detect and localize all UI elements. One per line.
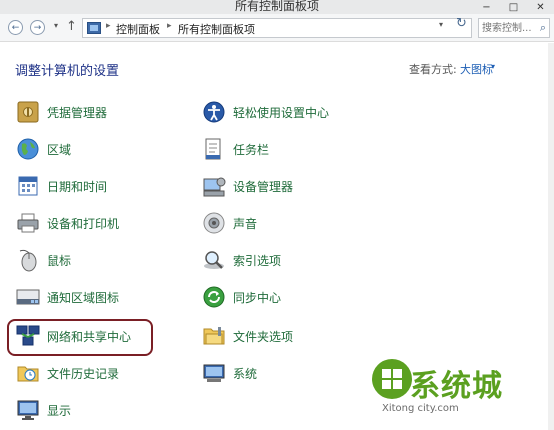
breadcrumb-separator-icon: ▸ (167, 21, 172, 31)
item-label: 鼠标 (47, 253, 72, 268)
control-panel-icon (87, 22, 101, 34)
item-label: 任务栏 (233, 142, 270, 157)
breadcrumb-separator-icon: ▸ (106, 21, 111, 31)
breadcrumb-all-items[interactable]: 所有控制面板项 (178, 21, 255, 37)
view-by-dropdown[interactable]: 大图标 (460, 61, 493, 77)
highlight-box (7, 319, 153, 356)
item-devices-printers[interactable]: 设备和打印机 (15, 208, 119, 238)
forward-arrow-icon: → (33, 22, 42, 33)
item-label: 通知区域图标 (47, 290, 120, 305)
item-date-time[interactable]: 日期和时间 (15, 171, 107, 201)
forward-button[interactable]: → (30, 20, 45, 35)
calendar-icon (15, 173, 41, 199)
item-label: 索引选项 (233, 253, 282, 268)
page-title: 调整计算机的设置 (15, 64, 120, 79)
watermark-logo: 系统城 Xitong city.com (370, 355, 520, 425)
accessibility-icon (201, 99, 227, 125)
item-display[interactable]: 显示 (15, 395, 71, 425)
watermark-window-icon (372, 359, 412, 399)
title-bar: 所有控制面板项 − □ ✕ (0, 0, 554, 14)
item-folder-options[interactable]: 文件夹选项 (201, 321, 293, 351)
back-button[interactable]: ← (8, 20, 23, 35)
taskbar-icon (201, 136, 227, 162)
item-label: 同步中心 (233, 290, 282, 305)
refresh-icon[interactable]: ↻ (456, 16, 467, 31)
view-by-chevron-down-icon[interactable]: ▾ (491, 62, 495, 71)
close-button[interactable]: ✕ (527, 0, 554, 14)
item-mouse[interactable]: 鼠标 (15, 245, 71, 275)
item-label: 设备和打印机 (47, 216, 120, 231)
file-history-icon (15, 360, 41, 386)
item-label: 系统 (233, 366, 258, 381)
computer-icon (201, 360, 227, 386)
mouse-icon (15, 247, 41, 273)
back-arrow-icon: ← (11, 22, 20, 33)
search-input[interactable] (482, 21, 536, 35)
item-label: 凭据管理器 (47, 105, 108, 120)
speaker-icon (201, 210, 227, 236)
safe-icon (15, 99, 41, 125)
item-label: 文件夹选项 (233, 329, 294, 344)
maximize-button[interactable]: □ (500, 0, 527, 14)
breadcrumb-control-panel[interactable]: 控制面板 (116, 21, 160, 37)
window-title: 所有控制面板项 (234, 0, 319, 13)
scrollbar[interactable] (548, 43, 554, 430)
up-level-arrow-icon[interactable]: ↑ (66, 19, 77, 34)
monitor-icon (15, 397, 41, 423)
watermark-site: Xitong city.com (382, 403, 459, 414)
search-box[interactable]: ⌕ (478, 18, 550, 38)
device-manager-icon (201, 173, 227, 199)
folder-icon (201, 323, 227, 349)
address-chevron-down-icon[interactable]: ▾ (439, 20, 443, 29)
address-field[interactable]: ▸ 控制面板 ▸ 所有控制面板项 (82, 18, 472, 38)
search-icon[interactable]: ⌕ (540, 21, 546, 35)
recent-locations-chevron-down-icon[interactable]: ▾ (54, 21, 58, 30)
item-label: 文件历史记录 (47, 366, 120, 381)
item-file-history[interactable]: 文件历史记录 (15, 358, 119, 388)
item-label: 设备管理器 (233, 179, 294, 194)
printer-icon (15, 210, 41, 236)
item-device-manager[interactable]: 设备管理器 (201, 171, 293, 201)
item-taskbar[interactable]: 任务栏 (201, 134, 269, 164)
item-indexing[interactable]: 索引选项 (201, 245, 281, 275)
view-by-label: 查看方式: (409, 63, 457, 76)
item-label: 日期和时间 (47, 179, 108, 194)
item-sound[interactable]: 声音 (201, 208, 257, 238)
item-sync-center[interactable]: 同步中心 (201, 282, 281, 312)
item-label: 声音 (233, 216, 258, 231)
magnifier-icon (201, 247, 227, 273)
watermark-brand: 系统城 (410, 369, 503, 404)
globe-icon (15, 136, 41, 162)
item-label: 显示 (47, 403, 72, 418)
item-credential-manager[interactable]: 凭据管理器 (15, 97, 107, 127)
window-controls: − □ ✕ (473, 0, 554, 14)
item-label: 轻松使用设置中心 (233, 105, 330, 120)
item-ease-of-access[interactable]: 轻松使用设置中心 (201, 97, 329, 127)
sync-icon (201, 284, 227, 310)
item-region[interactable]: 区域 (15, 134, 71, 164)
item-system[interactable]: 系统 (201, 358, 257, 388)
notification-area-icon (15, 284, 41, 310)
minimize-button[interactable]: − (473, 0, 500, 14)
item-notification-icons[interactable]: 通知区域图标 (15, 282, 119, 312)
address-bar: ← → ▾ ↑ ▸ 控制面板 ▸ 所有控制面板项 ▾ ↻ ⌕ (0, 14, 554, 42)
item-label: 区域 (47, 142, 72, 157)
